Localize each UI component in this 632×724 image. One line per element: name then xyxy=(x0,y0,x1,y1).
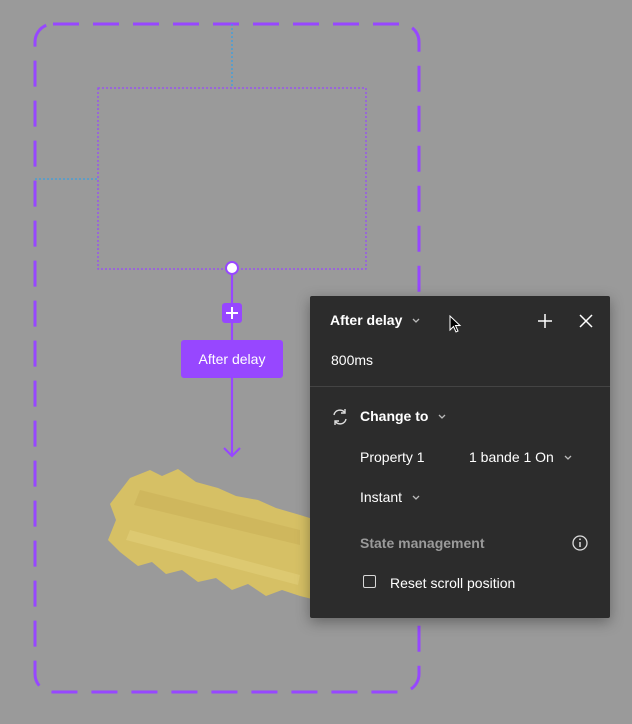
plus-icon[interactable] xyxy=(535,311,555,331)
chevron-down-icon xyxy=(438,414,446,420)
interaction-panel: After delay 800ms Change to Property 1 1… xyxy=(310,296,610,618)
info-icon[interactable] xyxy=(571,534,589,552)
close-icon[interactable] xyxy=(576,311,596,331)
connection-handle[interactable] xyxy=(225,261,239,275)
property-label: Property 1 xyxy=(360,449,425,465)
cursor-icon xyxy=(449,315,462,333)
reset-scroll-checkbox[interactable] xyxy=(363,575,376,588)
state-management-heading: State management xyxy=(360,535,485,551)
chevron-down-icon xyxy=(412,318,420,324)
animation-dropdown[interactable]: Instant xyxy=(360,489,420,505)
add-interaction-button[interactable] xyxy=(222,303,242,323)
animation-label: Instant xyxy=(360,489,403,505)
reset-scroll-label[interactable]: Reset scroll position xyxy=(390,575,515,591)
property-value-dropdown[interactable]: 1 bande 1 On xyxy=(469,449,572,465)
chevron-down-icon xyxy=(564,455,572,461)
selected-element[interactable] xyxy=(97,87,367,270)
swap-icon xyxy=(333,409,347,425)
panel-divider xyxy=(310,386,610,387)
trigger-label: After delay xyxy=(330,312,403,328)
action-dropdown[interactable]: Change to xyxy=(360,408,446,424)
after-delay-tag[interactable]: After delay xyxy=(181,340,283,378)
property-value: 1 bande 1 On xyxy=(469,449,554,465)
action-label: Change to xyxy=(360,408,429,424)
delay-input[interactable]: 800ms xyxy=(331,352,373,368)
chevron-down-icon xyxy=(412,495,420,501)
trigger-dropdown[interactable]: After delay xyxy=(330,312,420,328)
tape-image xyxy=(108,469,316,600)
